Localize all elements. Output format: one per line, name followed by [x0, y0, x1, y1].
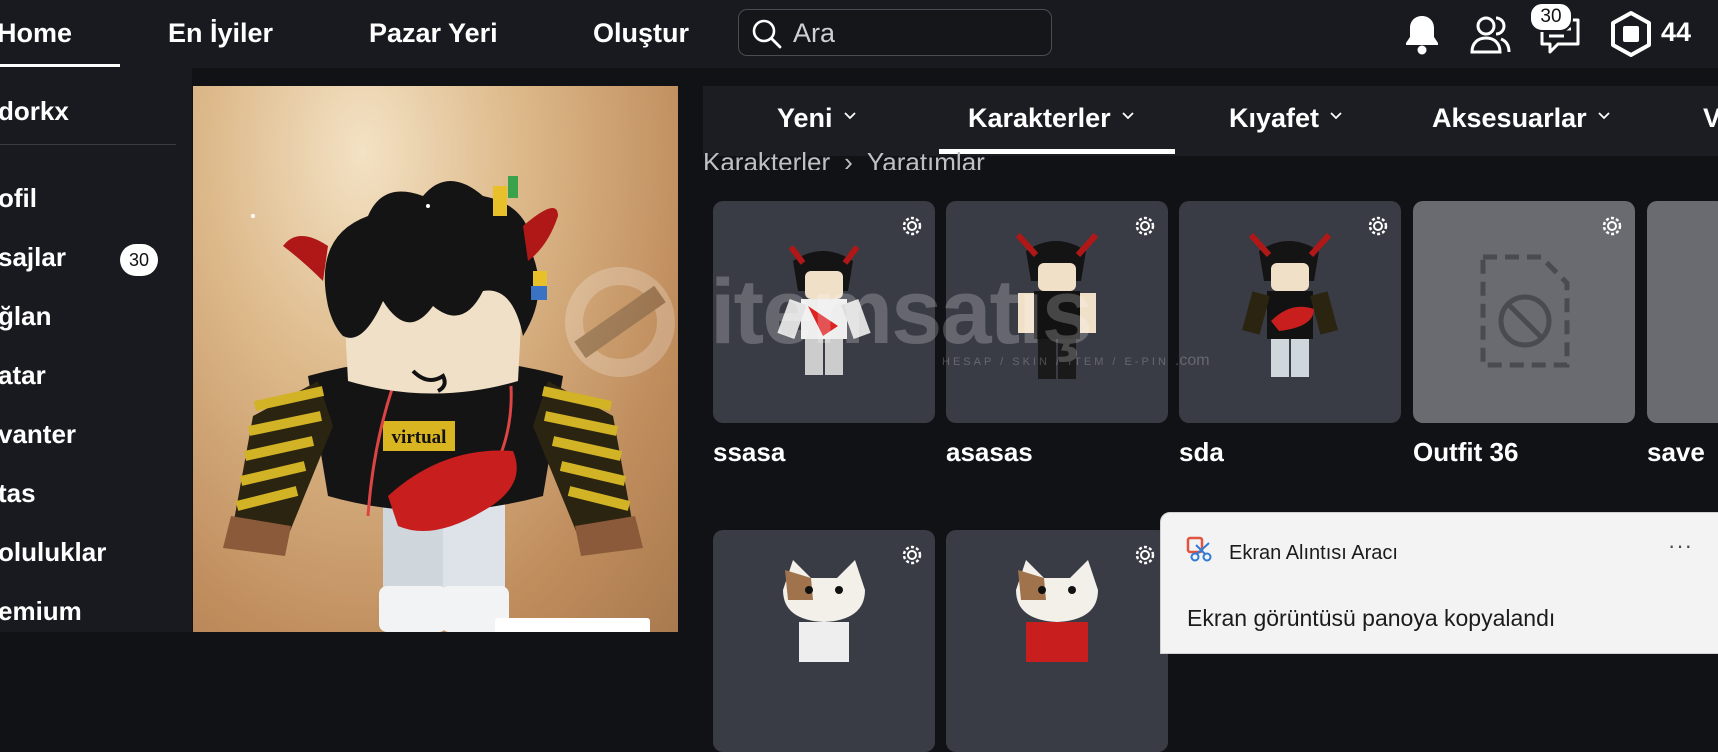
avatar-edit-button[interactable]	[495, 618, 650, 632]
breadcrumb: Karakterler › Yaratımlar	[703, 140, 985, 170]
toast-title: Ekran Alıntısı Aracı	[1229, 542, 1398, 564]
snipping-tool-icon	[1186, 536, 1212, 562]
avatar-right-arm	[533, 381, 643, 556]
sidebar-item-profile[interactable]: ofil	[0, 183, 37, 214]
chevron-down-icon	[1121, 112, 1134, 120]
sidebar-item-messages[interactable]: sajlar	[0, 242, 66, 273]
sidebar-item-avatar[interactable]: atar	[0, 360, 46, 391]
search-icon	[752, 19, 782, 49]
avatar-horn-left	[283, 236, 328, 281]
sidebar-divider	[0, 144, 176, 145]
tab-more[interactable]: V	[1703, 103, 1718, 134]
outfit-card[interactable]	[946, 201, 1168, 423]
outfit-name[interactable]: Outfit 36	[1413, 437, 1518, 468]
more-options-icon[interactable]: ···	[1668, 533, 1693, 559]
gear-icon[interactable]	[899, 213, 925, 239]
gear-icon[interactable]	[1599, 213, 1625, 239]
avatar-figure: virtual	[223, 176, 643, 632]
avatar-left-shoe	[379, 586, 447, 632]
nav-top[interactable]: En İyiler	[168, 18, 273, 49]
outfit-name[interactable]: asasas	[946, 437, 1033, 468]
sidebar-item-inventory[interactable]: vanter	[0, 419, 76, 450]
chevron-down-icon	[1330, 112, 1342, 120]
robux-balance: 44	[1661, 17, 1692, 47]
tab-characters[interactable]: Karakterler	[968, 103, 1135, 134]
tab-accessories[interactable]: Aksesuarlar	[1432, 103, 1611, 134]
gear-icon[interactable]	[899, 542, 925, 568]
nav-home[interactable]: Home	[0, 18, 72, 49]
outfit-name[interactable]: save	[1647, 437, 1705, 468]
outfit-name[interactable]: ssasa	[713, 437, 785, 468]
tab-new[interactable]: Yeni	[777, 103, 857, 134]
sidebar-messages-badge: 30	[120, 244, 158, 276]
outfit-card[interactable]	[1647, 201, 1718, 423]
nav-marketplace[interactable]: Pazar Yeri	[369, 18, 498, 49]
sidebar-item-groups[interactable]: oluluklar	[0, 537, 106, 568]
search-box[interactable]	[738, 9, 1052, 56]
top-navigation-bar: Home En İyiler Pazar Yeri Oluştur 30 44	[0, 0, 1718, 68]
outfit-card[interactable]	[1179, 201, 1401, 423]
breadcrumb-current: Yaratımlar	[866, 147, 985, 170]
chevron-down-icon	[1597, 112, 1610, 120]
nav-home-underline	[0, 64, 120, 67]
outfit-card[interactable]	[713, 530, 935, 752]
robux-icon[interactable]	[1607, 10, 1655, 58]
bell-icon[interactable]	[1398, 10, 1446, 58]
outfit-name[interactable]: sda	[1179, 437, 1224, 468]
avatar-left-arm	[223, 381, 333, 556]
sidebar: dorkx ofil sajlar 30 ğlan atar vanter ta…	[0, 68, 192, 632]
outfit-card[interactable]	[946, 530, 1168, 752]
search-input[interactable]	[793, 17, 1033, 49]
svg-text:virtual: virtual	[392, 427, 447, 448]
sidebar-item-connect[interactable]: ğlan	[0, 301, 51, 332]
sidebar-item-trade[interactable]: tas	[0, 478, 36, 509]
avatar-preview: virtual	[193, 86, 678, 632]
snipping-tool-notification[interactable]: Ekran Alıntısı Aracı ··· Ekran görüntüsü…	[1160, 512, 1718, 654]
chevron-right-icon: ›	[844, 147, 853, 170]
chevron-down-icon	[843, 112, 856, 120]
tab-clothing[interactable]: Kıyafet	[1229, 103, 1343, 134]
friends-icon[interactable]	[1467, 10, 1515, 58]
gear-icon[interactable]	[1365, 213, 1391, 239]
sidebar-item-premium[interactable]: emium	[0, 596, 82, 627]
toast-message: Ekran görüntüsü panoya kopyalandı	[1187, 605, 1556, 631]
sidebar-username[interactable]: dorkx	[0, 96, 69, 127]
messages-count-badge: 30	[1529, 2, 1573, 32]
gear-icon[interactable]	[1132, 542, 1158, 568]
avatar-horn-right	[523, 208, 558, 261]
nav-create[interactable]: Oluştur	[593, 18, 689, 49]
gear-icon[interactable]	[1132, 213, 1158, 239]
outfit-card[interactable]	[713, 201, 935, 423]
breadcrumb-parent[interactable]: Karakterler	[703, 147, 830, 170]
outfit-card[interactable]	[1413, 201, 1635, 423]
